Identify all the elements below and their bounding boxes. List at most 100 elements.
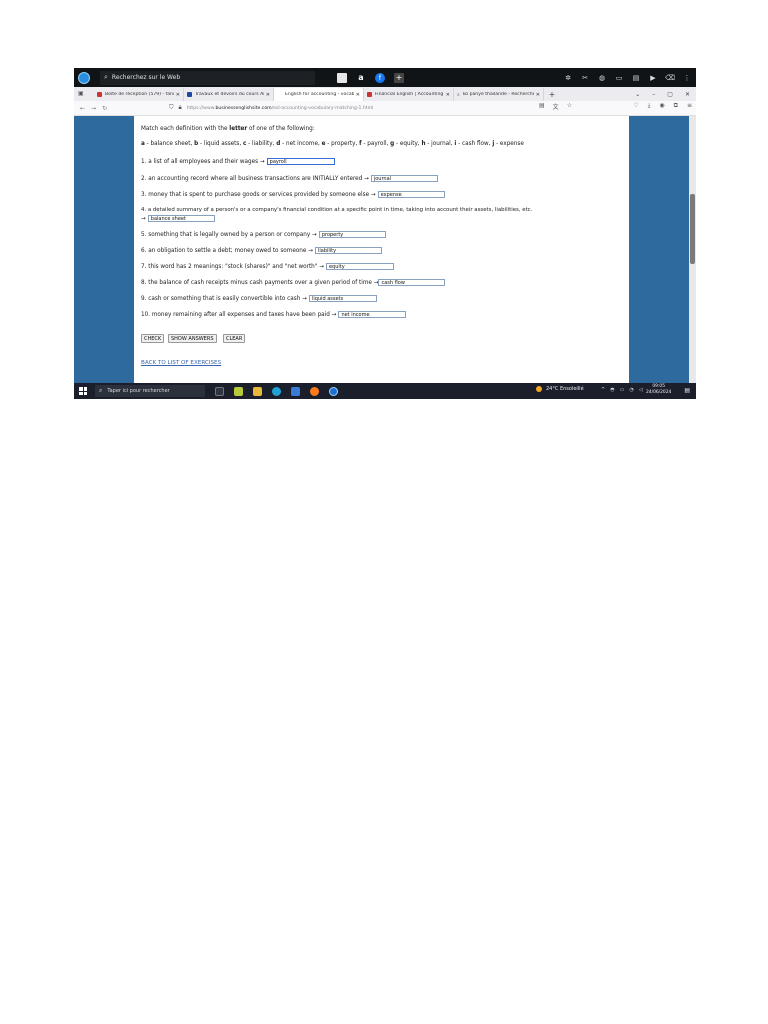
reader-view-icon[interactable]: ▤ [539,102,545,111]
scrollbar[interactable] [689,116,696,383]
extensions-icon[interactable]: ⧉ [674,102,678,110]
address-bar-tools: ▤ 文 ☆ [539,102,580,111]
system-tray: ^ ◓ ▭ ◔ ◁ [596,387,643,393]
firefox-icon[interactable] [310,386,319,396]
notes-icon[interactable]: ▤ [631,73,641,83]
add-shortcut-icon[interactable]: + [394,72,404,83]
tab-search[interactable]: ⌕ ko panye thailande - Recherche ✕ [454,88,544,101]
close-window-icon[interactable]: ✕ [685,91,690,98]
more-icon[interactable]: ⋮ [682,73,692,83]
tab-classroom[interactable]: Travaux et devoirs du cours Ang ✕ [184,88,274,101]
web-page: Match each definition with the letter of… [74,116,696,383]
address-bar[interactable]: ⛉ 🔒︎ https://www. businessenglishsite.com… [169,103,569,113]
tab-gmail[interactable]: Boîte de réception (579) - fanch ✕ [94,88,184,101]
close-icon[interactable]: ✕ [536,92,540,98]
browser-app-icon[interactable] [329,386,338,396]
top-right-tools: ✲ ✂ ◍ ▭ ▤ ▶ ⌫ ⋮ [556,68,692,87]
show-answers-button[interactable]: SHOW ANSWERS [168,334,217,343]
answer-input-2[interactable] [370,175,438,182]
windows-taskbar: ⌕ Taper ici pour rechercher 24°C Ensolei… [74,383,696,399]
close-icon[interactable]: ✕ [266,92,270,98]
notification-icon[interactable]: ▤ [684,387,690,394]
translate-icon[interactable]: 文 [553,102,559,111]
battery-icon[interactable]: ▭ [620,387,625,393]
screenshot-frame: ⌕ Recherchez sur le Web a f + ✲ ✂ ◍ ▭ ▤ … [74,68,696,399]
web-search-box[interactable]: ⌕ Recherchez sur le Web [100,70,315,85]
edge-icon[interactable] [272,386,281,396]
question-7: 7. this word has 2 meanings: "stock (sha… [141,263,394,270]
question-3: 3. money that is spent to purchase goods… [141,191,445,198]
browser-logo-icon[interactable] [78,71,90,84]
volume-icon[interactable]: ◁ [639,387,643,393]
back-arrow-icon[interactable]: ← [80,105,85,112]
web-search-placeholder: Recherchez sur le Web [111,74,181,81]
network-icon[interactable]: ◓ [610,387,614,393]
answer-input-7[interactable] [325,263,394,270]
navigation-bar: ← → ↻ ⛉ 🔒︎ https://www. businessenglishsi… [74,101,696,116]
bookmark-star-icon[interactable]: ☆ [567,102,572,111]
question-9: 9. cash or something that is easily conv… [141,295,377,302]
file-explorer-icon[interactable] [253,386,262,396]
close-icon[interactable]: ✕ [446,92,450,98]
clear-button[interactable]: CLEAR [223,334,246,343]
taskbar-search[interactable]: ⌕ Taper ici pour rechercher [95,385,205,397]
check-button[interactable]: CHECK [141,334,165,343]
answer-input-9[interactable] [308,295,377,302]
window-controls: ⌄ – ▢ ✕ [623,87,690,101]
weather-widget[interactable]: 24°C Ensoleillé [536,386,584,392]
toolbar-right: ♡ ⤓ ◉ ⧉ ≡ [624,102,692,110]
chevron-up-icon[interactable]: ^ [601,387,605,393]
reload-icon[interactable]: ↻ [102,105,107,112]
gamepad-icon[interactable]: ◍ [597,73,607,83]
tab-financial-english[interactable]: Financial English | Accounting | ✕ [364,88,454,101]
question-4: 4. a detailed summary of a person's or a… [141,207,533,213]
new-tab-button[interactable]: + [546,88,558,101]
amazon-icon[interactable]: a [356,73,366,83]
tab-strip: ▣ Boîte de réception (579) - fanch ✕ Trav… [74,87,696,101]
options-line: a - balance sheet, b - liquid assets, c … [141,141,524,147]
answer-input-5[interactable] [318,231,386,238]
close-icon[interactable]: ✕ [176,92,180,98]
search-icon: ⌕ [99,387,103,394]
trash-icon[interactable]: ⌫ [665,73,675,83]
camera-icon[interactable]: ▭ [614,73,624,83]
question-1: 1. a list of all employees and their wag… [141,158,335,165]
restore-icon[interactable]: ▢ [667,91,673,98]
facebook-icon[interactable]: f [375,72,385,83]
wifi-icon[interactable]: ◔ [629,387,633,393]
minimize-icon[interactable]: – [652,91,655,98]
menu-icon[interactable]: ≡ [687,102,692,110]
scissors-icon[interactable]: ✂ [580,73,590,83]
scrollbar-thumb[interactable] [690,194,695,264]
account-icon[interactable]: ◉ [659,102,664,110]
store-icon[interactable] [291,386,300,396]
download-icon[interactable]: ⤓ [648,102,651,110]
task-view-icon[interactable] [215,386,224,396]
answer-input-10[interactable] [338,311,407,318]
tab-english-accounting[interactable]: English for accounting - vocabulary✕ [274,88,364,101]
answer-input-3[interactable] [377,191,445,198]
url-path: /esl-accounting-vocabulary-matching-1.ht… [271,105,374,111]
answer-input-1[interactable] [266,158,335,165]
question-5: 5. something that is legally owned by a … [141,231,386,238]
bug-icon[interactable]: ✲ [563,73,573,83]
pocket-icon[interactable]: ♡ [633,102,638,110]
instruction: Match each definition with the letter of… [141,126,315,132]
play-icon[interactable]: ▶ [648,73,658,83]
back-to-list-link[interactable]: BACK TO LIST OF EXERCISES [141,360,221,366]
chevron-down-icon[interactable]: ⌄ [635,91,640,98]
close-icon[interactable]: ✕ [356,92,360,98]
shield-icon: ⛉ [169,104,174,111]
clock[interactable]: 09:05 24/06/2024 [646,384,671,396]
forward-arrow-icon[interactable]: → [91,105,96,112]
answer-input-4[interactable] [147,215,215,222]
lock-icon: 🔒︎ [178,104,182,111]
site-icon [367,92,372,97]
answer-input-8[interactable] [378,279,446,286]
question-8: 8. the balance of cash receipts minus ca… [141,279,446,286]
app-shortcut-icon[interactable] [337,72,347,83]
gmail-icon [97,92,102,97]
widgets-icon[interactable] [234,386,243,396]
answer-input-6[interactable] [314,247,382,254]
windows-start-icon[interactable] [79,387,87,395]
